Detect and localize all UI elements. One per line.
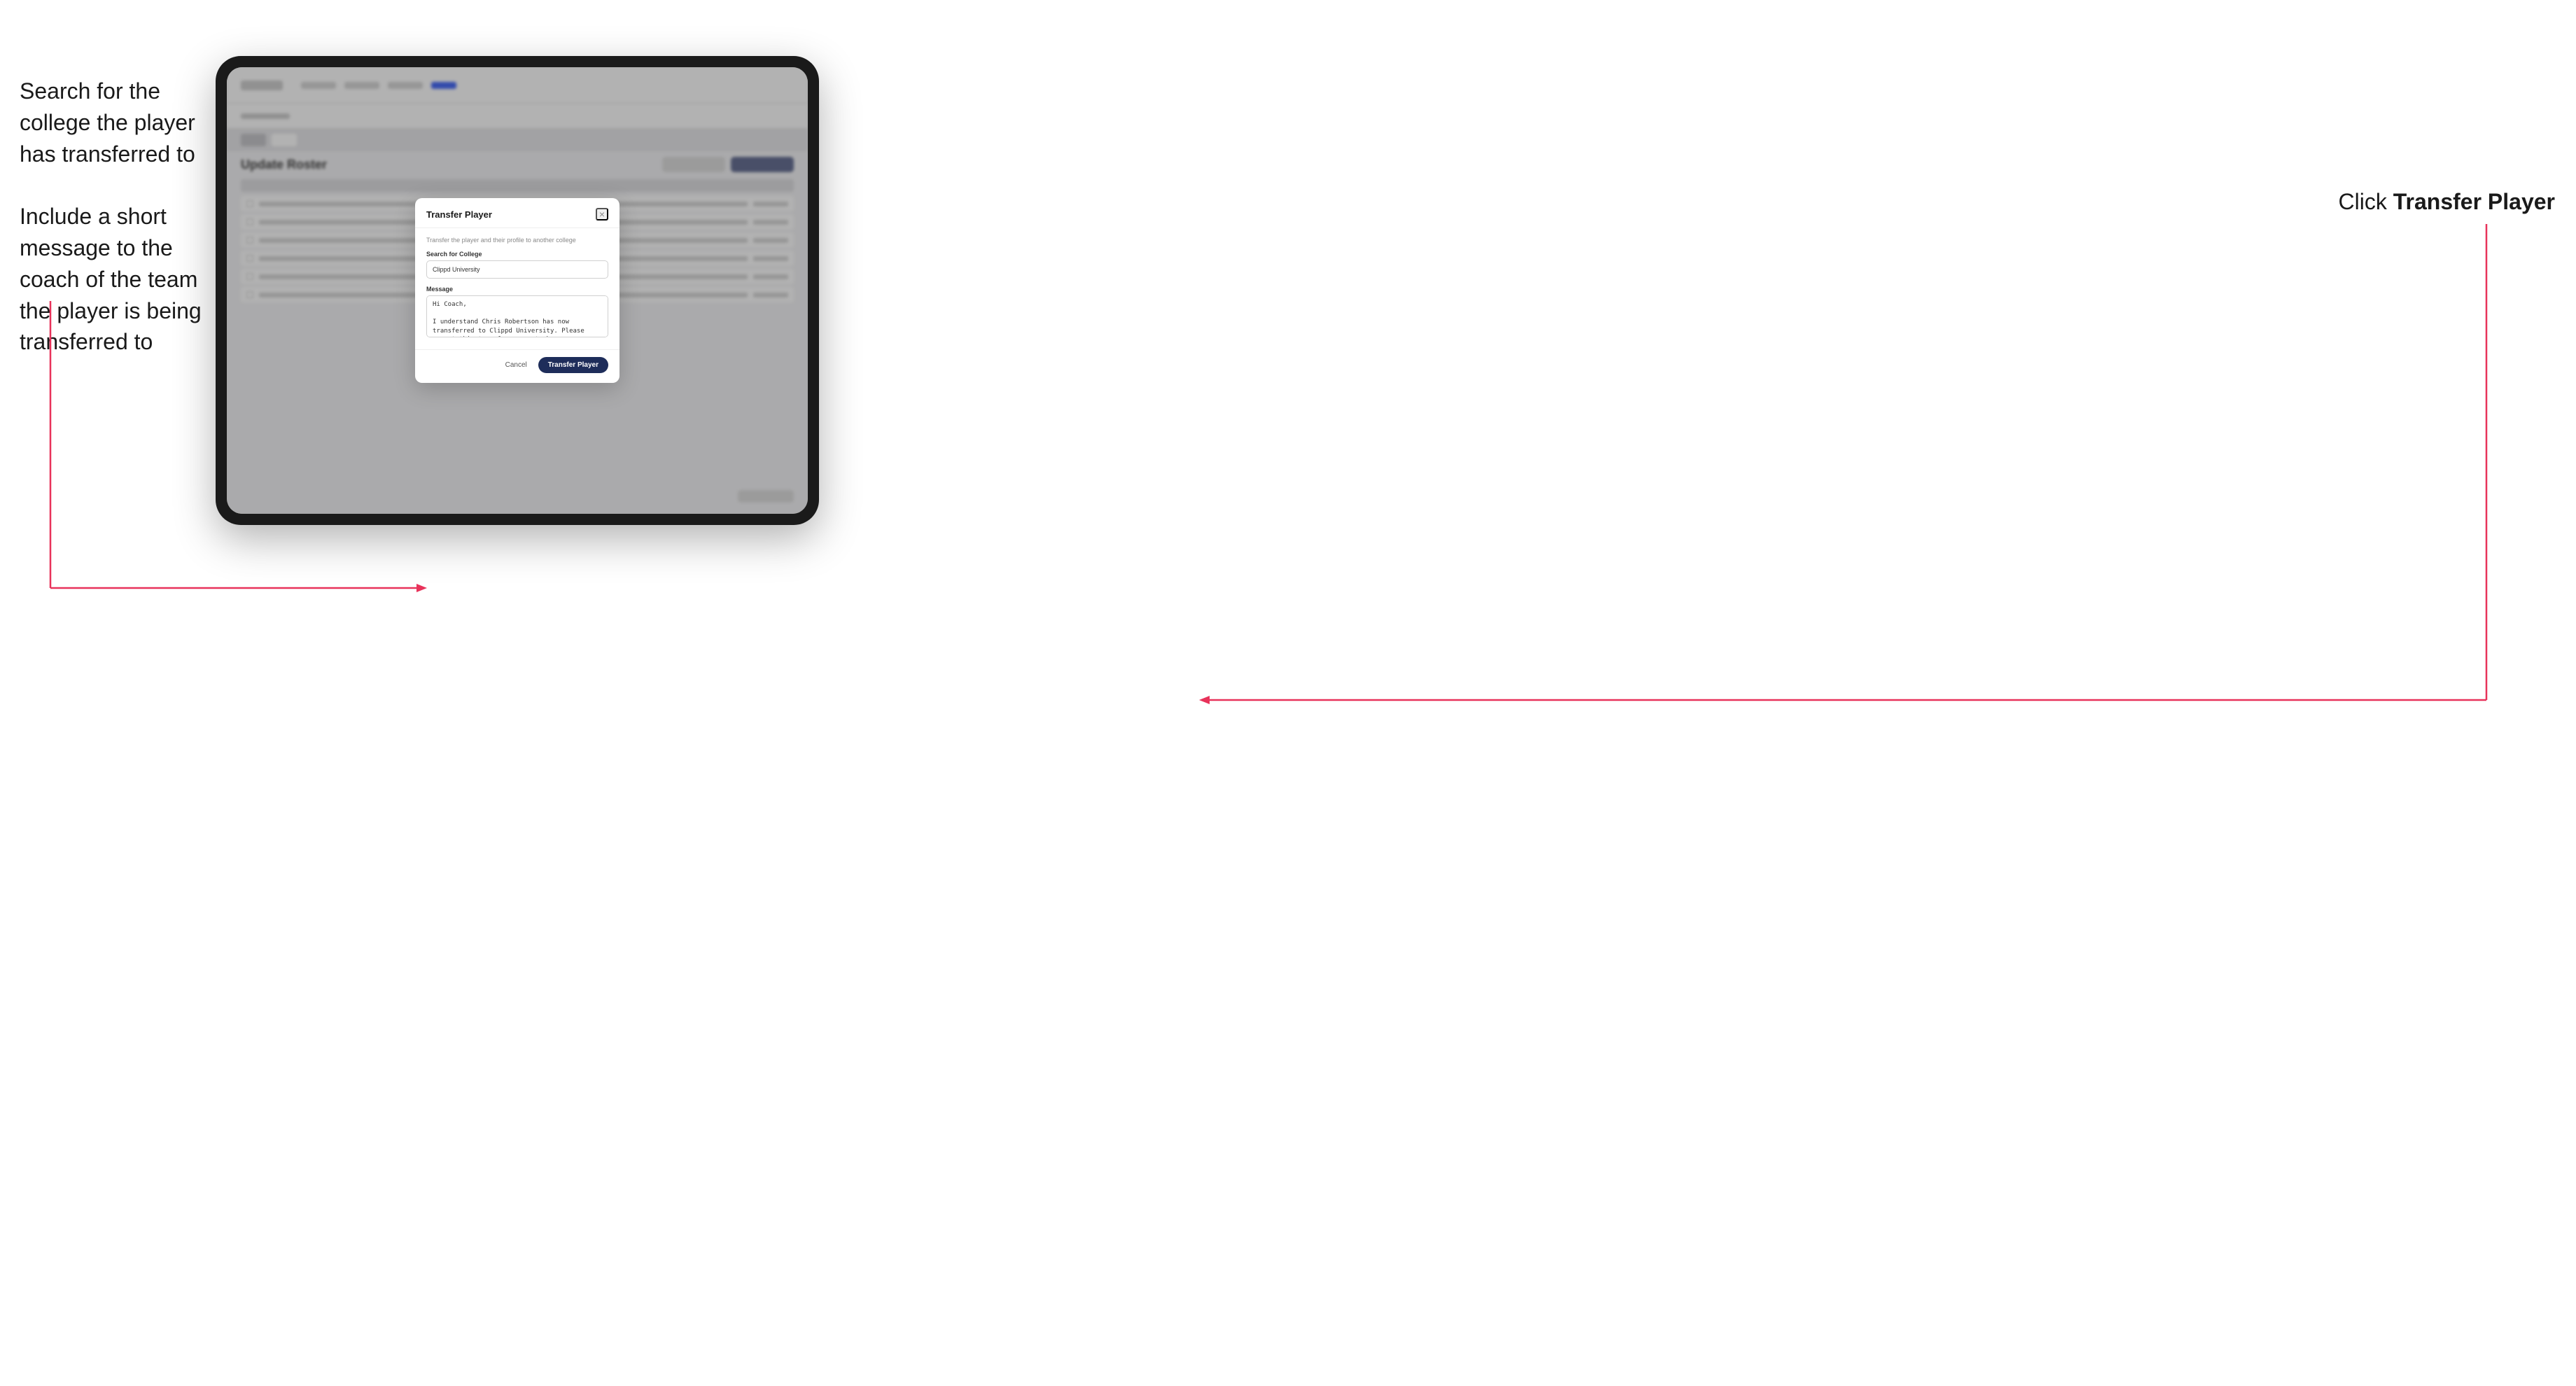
annotation-click-text: Click Transfer Player — [2339, 189, 2555, 215]
tablet-screen: Update Roster — [227, 67, 808, 514]
message-textarea[interactable]: Hi Coach, I understand Chris Robertson h… — [426, 295, 608, 337]
modal-close-button[interactable]: × — [596, 208, 608, 220]
modal-subtitle: Transfer the player and their profile to… — [426, 237, 608, 244]
search-college-input[interactable] — [426, 260, 608, 279]
annotation-search-text: Search for the college the player has tr… — [20, 76, 202, 358]
tablet-frame: Update Roster — [216, 56, 819, 525]
transfer-player-button[interactable]: Transfer Player — [538, 357, 608, 373]
modal-body: Transfer the player and their profile to… — [415, 228, 620, 349]
cancel-button[interactable]: Cancel — [500, 358, 533, 372]
message-label: Message — [426, 286, 608, 293]
transfer-player-modal: Transfer Player × Transfer the player an… — [415, 198, 620, 383]
search-college-label: Search for College — [426, 251, 608, 258]
modal-footer: Cancel Transfer Player — [415, 349, 620, 383]
modal-title: Transfer Player — [426, 209, 492, 220]
modal-header: Transfer Player × — [415, 198, 620, 228]
modal-overlay: Transfer Player × Transfer the player an… — [227, 67, 808, 514]
